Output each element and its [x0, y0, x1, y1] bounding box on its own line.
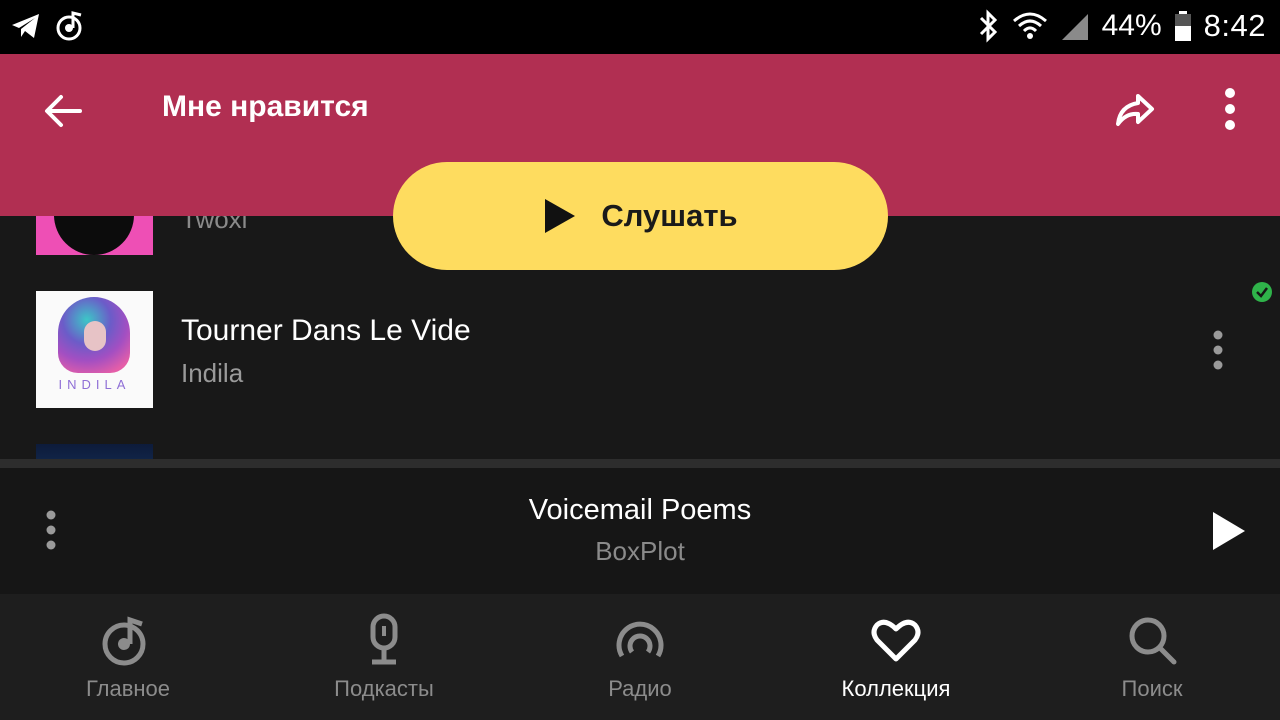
album-cover[interactable]: INDILA: [36, 291, 153, 408]
nav-label: Коллекция: [841, 676, 951, 701]
telegram-icon: [12, 14, 39, 38]
microphone-icon: [370, 613, 398, 665]
track-artist: Twoxi: [181, 216, 248, 234]
listen-button[interactable]: Слушать: [393, 162, 888, 270]
home-vinyl-icon: [102, 616, 146, 666]
clock: 8:42: [1203, 8, 1266, 43]
mini-player[interactable]: Voicemail Poems BoxPlot: [0, 468, 1280, 594]
nav-item-podcasts[interactable]: Подкасты: [256, 594, 512, 720]
nav-item-radio[interactable]: Радио: [512, 594, 768, 720]
album-cover[interactable]: [36, 444, 153, 459]
wifi-icon: [1012, 12, 1047, 39]
divider: [0, 459, 1280, 468]
downloaded-check-icon: [1252, 282, 1272, 302]
bottom-navigation: Главное Подкасты Радио Коллекция Поиск: [0, 594, 1280, 720]
bluetooth-icon: [979, 9, 997, 43]
nav-item-search[interactable]: Поиск: [1024, 594, 1280, 720]
track-title[interactable]: Tourner Dans Le Vide: [181, 314, 471, 348]
more-vertical-icon[interactable]: [1210, 86, 1250, 132]
search-icon: [1129, 617, 1177, 665]
signal-icon: [1061, 14, 1088, 40]
listen-button-label: Слушать: [601, 198, 738, 233]
album-cover[interactable]: [36, 216, 153, 255]
nav-item-home[interactable]: Главное: [0, 594, 256, 720]
nav-item-collection[interactable]: Коллекция: [768, 594, 1024, 720]
play-icon: [545, 199, 576, 233]
page-title: Мне нравится: [162, 90, 369, 123]
nav-label: Подкасты: [334, 676, 434, 701]
album-cover-text: INDILA: [58, 377, 131, 392]
nav-label: Поиск: [1121, 676, 1183, 701]
battery-percent: 44%: [1101, 9, 1162, 42]
now-playing-artist: BoxPlot: [595, 536, 685, 566]
nav-label: Радио: [608, 676, 672, 701]
track-more-icon[interactable]: [1205, 328, 1231, 372]
music-note-icon: [56, 11, 82, 41]
play-icon[interactable]: [1210, 510, 1248, 552]
nav-label: Главное: [85, 676, 171, 701]
track-artist: Indila: [181, 358, 244, 388]
share-icon[interactable]: [1112, 86, 1158, 132]
now-playing-title: Voicemail Poems: [528, 494, 752, 526]
battery-icon: [1174, 11, 1191, 41]
status-bar: 44% 8:42: [0, 0, 1280, 54]
radio-icon: [616, 621, 664, 658]
heart-icon: [871, 619, 921, 662]
back-arrow-icon[interactable]: [40, 88, 86, 134]
